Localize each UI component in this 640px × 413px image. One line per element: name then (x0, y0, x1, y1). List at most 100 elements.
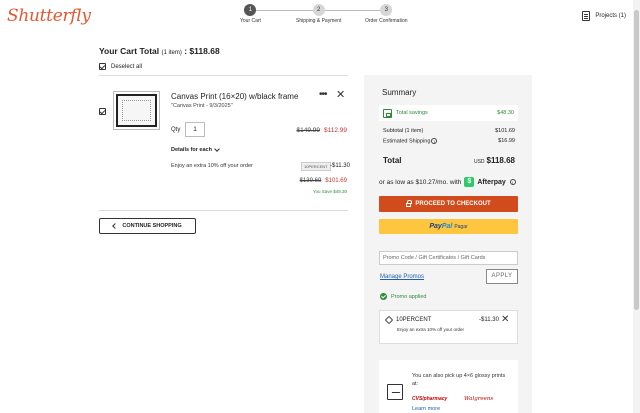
total-label: Total (383, 156, 402, 165)
promo-applied-status: Promo applied (380, 293, 426, 300)
learn-more-link[interactable]: Learn more (412, 406, 440, 412)
continue-shopping-button[interactable]: CONTINUE SHOPPING (99, 218, 196, 234)
continue-shopping-label: CONTINUE SHOPPING (122, 223, 182, 229)
deselect-all-checkbox[interactable] (99, 63, 106, 70)
savings-label-group: Total savings (383, 108, 428, 118)
subtotal-row: Subtotal (1 item) $101.69 (383, 128, 515, 134)
extra-offer-text: Enjoy an extra 10% off your order (171, 163, 253, 169)
lock-icon (406, 200, 413, 207)
price-original: $149.99 (296, 127, 320, 134)
afterpay-text: or as low as $10.27/mo. with (379, 178, 462, 186)
total-amount: USD $118.68 (474, 156, 515, 165)
subtotal-value: $101.69 (495, 128, 515, 134)
total-savings-row: Total savings $48.30 (379, 105, 518, 121)
paypal-button[interactable]: PayPal Pagar (379, 219, 518, 234)
tag-icon (384, 315, 394, 325)
manage-promos-link[interactable]: Manage Promos (380, 274, 424, 280)
scrollbar[interactable] (633, 0, 640, 413)
shipping-label-group: Estimated Shipping i (383, 138, 438, 145)
scrollbar-thumb[interactable] (634, 10, 639, 310)
remove-promo-icon[interactable]: ✕ (501, 314, 509, 325)
promo-code-input[interactable]: Promo Code / Gift Certificates / Gift Ca… (379, 251, 518, 265)
deselect-all[interactable]: Deselect all (99, 63, 142, 70)
info-icon[interactable]: i (509, 179, 516, 185)
step-your-cart: 1 Your Cart (240, 4, 261, 24)
total-sale: $101.69 (325, 178, 347, 184)
afterpay-badge-icon: $ (464, 177, 475, 187)
item-checkbox[interactable] (99, 108, 106, 115)
chevron-down-icon (214, 146, 220, 152)
savings-value: $48.30 (497, 110, 514, 116)
remove-item-icon[interactable]: ✕ (336, 88, 345, 101)
subtotal-label: Subtotal (1 item) (383, 128, 424, 134)
proceed-to-checkout-button[interactable]: PROCEED TO CHECKOUT (379, 196, 518, 212)
afterpay-brand: Afterpay (477, 178, 506, 186)
step-label: Order Confirmation (365, 18, 408, 24)
shutterfly-logo[interactable]: Shutterfly (7, 6, 91, 26)
shipping-row: Estimated Shipping i $16.99 (383, 138, 515, 144)
summary-title: Summary (382, 88, 417, 97)
walgreens-logo: Walgreens (464, 396, 494, 402)
item-title: Canvas Print (16×20) w/black frame (171, 92, 299, 101)
applied-amount: -$11.30 (479, 317, 499, 323)
afterpay-row: or as low as $10.27/mo. with $ Afterpay … (379, 177, 516, 187)
promo-chip: 10PERCENT (301, 162, 331, 171)
applied-promo-card: 10PERCENT Enjoy an extra 10% off your or… (379, 310, 518, 344)
step-number: 1 (244, 4, 257, 16)
apply-button[interactable]: APPLY (486, 269, 518, 284)
currency-label: USD (473, 159, 485, 165)
shipping-value: $16.99 (498, 138, 515, 144)
item-subtitle: "Canvas Print - 9/3/2025" (171, 103, 233, 109)
checkout-stepper: 1 Your Cart 2 Shipping & Payment 3 Order… (230, 4, 420, 28)
item-total: $139.69 $101.69 (300, 178, 347, 184)
step-shipping-payment: 2 Shipping & Payment (296, 4, 341, 24)
canvas-frame-preview (116, 94, 157, 127)
shipping-label: Estimated Shipping (383, 138, 431, 145)
total-value: $118.68 (486, 156, 515, 165)
quantity-input[interactable]: 1 (185, 122, 205, 137)
paypal-logo-pal: Pal (441, 223, 453, 230)
step-label: Shipping & Payment (296, 18, 342, 24)
cart-title: Your Cart Total (1 item) : $118.68 (99, 46, 220, 56)
paypal-sub: Pagar (454, 223, 468, 230)
paypal-logo: PayPal (429, 223, 452, 230)
info-icon[interactable]: i (431, 138, 438, 144)
cart-total: : $118.68 (184, 46, 220, 56)
price-sale: $112.99 (323, 127, 347, 134)
divider (99, 75, 348, 76)
applied-desc: Enjoy an extra 10% off your order (397, 327, 464, 332)
you-save-text: You Save $48.30 (312, 189, 347, 194)
projects-button[interactable]: Projects (1) (582, 11, 626, 21)
more-options-icon[interactable]: ••• (319, 89, 327, 100)
paypal-logo-pay: Pay (429, 223, 442, 230)
savings-label: Total savings (396, 110, 428, 116)
total-original: $139.69 (299, 178, 322, 184)
promo-applied-label: Promo applied (391, 293, 427, 300)
pickup-text: You can also pick up 4×6 glossy prints a… (412, 373, 506, 387)
projects-label: Projects (1) (595, 13, 626, 19)
clipboard-icon (582, 11, 591, 21)
item-thumbnail[interactable] (113, 91, 160, 130)
details-label: Details for each (171, 147, 212, 153)
item-price: $149.99 $112.99 (296, 127, 347, 134)
cart-title-text: Your Cart Total (99, 46, 160, 56)
step-number: 2 (312, 4, 325, 16)
applied-code: 10PERCENT (396, 317, 432, 323)
checkout-label: PROCEED TO CHECKOUT (415, 201, 491, 207)
photo-pickup-icon (387, 384, 403, 400)
savings-tag-icon (383, 108, 392, 118)
divider (99, 210, 348, 211)
promo-amount: -$11.30 (330, 163, 350, 169)
step-order-confirmation: 3 Order Confirmation (365, 4, 408, 24)
check-circle-icon (380, 293, 387, 300)
pickup-card: You can also pick up 4×6 glossy prints a… (379, 360, 518, 413)
step-label: Your Cart (240, 18, 261, 24)
chevron-left-icon (112, 223, 119, 229)
applied-code-group: 10PERCENT (384, 315, 432, 325)
qty-label: Qty (171, 127, 181, 133)
cart-item-count: (1 item) (161, 50, 182, 56)
step-number: 3 (380, 4, 393, 16)
cvs-logo: CVS/pharmacy (412, 396, 448, 402)
deselect-all-label: Deselect all (111, 63, 143, 70)
details-toggle[interactable]: Details for each (171, 146, 220, 153)
